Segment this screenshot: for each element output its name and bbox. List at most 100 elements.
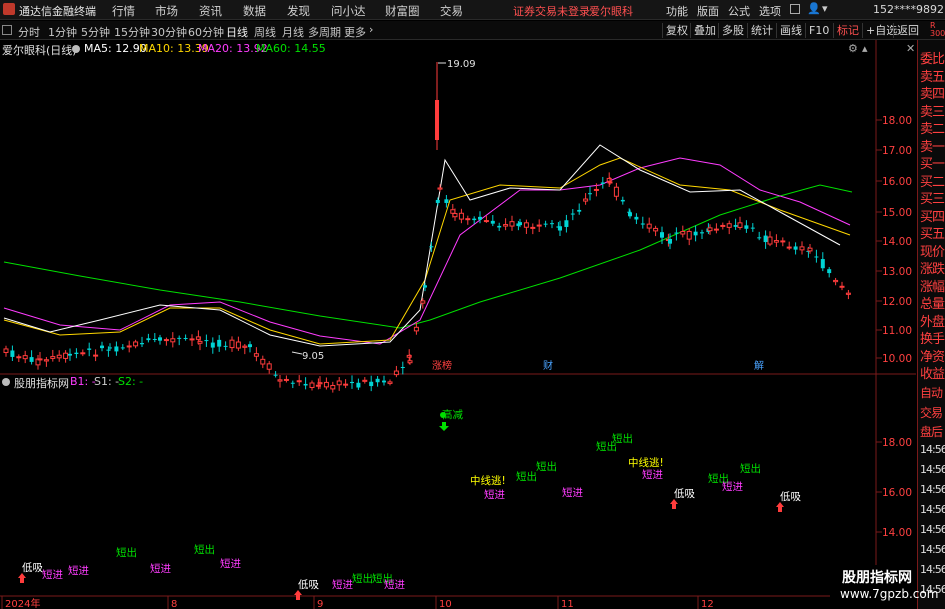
overlay-button[interactable]: 叠加 (690, 23, 719, 38)
chevron-right-icon[interactable]: › (369, 23, 373, 36)
event-tag[interactable]: 财 (543, 359, 553, 372)
period-tick[interactable]: 分时 (18, 24, 40, 40)
user-icon[interactable]: 👤 (807, 2, 821, 15)
menu-item-discover[interactable]: 发现 (287, 3, 310, 19)
candle-body (543, 223, 548, 225)
low-price-label: 9.05 (302, 351, 324, 362)
menu-item-ask[interactable]: 问小达 (331, 3, 366, 19)
price-tick-label: 13.00 (882, 266, 912, 278)
period-15min[interactable]: 15分钟 (114, 24, 150, 40)
high-price-label: 19.09 (447, 59, 476, 70)
candle-body (450, 209, 456, 214)
period-60min[interactable]: 60分钟 (188, 24, 224, 40)
trade-login-warning[interactable]: 证券交易未登录 (513, 3, 590, 19)
sidebar-item: 14:56 (920, 442, 945, 456)
settings-dot-icon[interactable] (72, 45, 80, 53)
candle-body (693, 231, 698, 236)
menu-formula[interactable]: 公式 (728, 3, 750, 19)
menu-item-news[interactable]: 资讯 (199, 3, 222, 19)
period-multi[interactable]: 多周期 (308, 24, 341, 40)
period-1min[interactable]: 1分钟 (48, 24, 77, 40)
candle-body (74, 352, 79, 355)
candle-body (437, 187, 443, 190)
period-weekly[interactable]: 周线 (254, 24, 276, 40)
menu-item-quotes[interactable]: 行情 (112, 3, 135, 19)
candle-body (369, 381, 374, 387)
candle-body (223, 345, 228, 347)
multi-stock-button[interactable]: 多股 (718, 23, 747, 38)
menu-item-trade[interactable]: 交易 (440, 3, 463, 19)
signal-label: 短进 (384, 578, 405, 591)
buy-arrow-icon (18, 573, 26, 583)
candle-body (536, 224, 542, 227)
sidebar-item[interactable]: 自动 (920, 384, 945, 401)
account-id[interactable]: 152****9892 (873, 3, 944, 16)
menu-function[interactable]: 功能 (666, 3, 688, 19)
sidebar-item: 14:56 (920, 522, 945, 536)
candle-body (93, 354, 99, 357)
message-icon[interactable] (790, 4, 800, 14)
sidebar-item: 现价 (920, 244, 945, 260)
settings-icon[interactable]: ⚙ (848, 42, 858, 55)
candle-body (640, 223, 645, 225)
stats-button[interactable]: 统计 (747, 23, 776, 38)
period-monthly[interactable]: 月线 (282, 24, 304, 40)
signal-label: 短进 (562, 486, 583, 499)
signal-label: 中线逃! (628, 456, 664, 469)
candle-body (707, 227, 713, 232)
event-tag[interactable]: 涨榜 (432, 359, 452, 372)
period-30min[interactable]: 30分钟 (151, 24, 187, 40)
sidebar-item: 14:56 (920, 462, 945, 476)
adjust-button[interactable]: 复权 (662, 23, 691, 38)
candle-body (680, 231, 686, 235)
candle-body (309, 382, 315, 389)
event-tag[interactable]: 解 (754, 359, 764, 372)
close-icon[interactable]: ✕ (906, 42, 915, 55)
quote-sidebar: 委比 卖五 卖四 卖三 卖二 卖一 买一 买二 买三 买四 买五 现价 涨跌 涨幅 总量 外盘 换手 净资 收益 自动… (917, 40, 945, 609)
sidebar-item: 总量 (920, 297, 945, 312)
candle-body (733, 225, 738, 227)
kline-charts[interactable]: 18.00 17.00 16.00 15.00 14.00 13.00 12.00 11.00… (0, 40, 916, 609)
candle-body (3, 348, 9, 353)
indicator-settings-dot-icon[interactable] (2, 378, 10, 386)
signal-label: 短进 (42, 568, 63, 581)
candlesticks[interactable]: 19.09 9.05 涨榜 财 解 (3, 59, 851, 393)
rb-badge: R 300 (930, 22, 945, 38)
app-title: 通达信金融终端 (19, 5, 96, 18)
candle-body (814, 256, 819, 258)
candle-body (277, 379, 283, 382)
candle-body (273, 374, 278, 376)
back-button[interactable]: 返回 (893, 23, 922, 38)
sidebar-item: 外盘 (920, 314, 945, 330)
signal-label: 低吸 (298, 578, 319, 591)
candle-body (387, 381, 393, 384)
candle-body (780, 240, 786, 243)
period-daily[interactable]: 日线 (226, 24, 248, 40)
indicator-title: 股朋指标网 (14, 377, 69, 390)
period-more[interactable]: 更多 (344, 24, 366, 40)
candle-body (204, 340, 209, 342)
dropdown-icon[interactable]: ▾ (822, 2, 828, 15)
menu-item-market[interactable]: 市场 (155, 3, 178, 19)
mark-button[interactable]: 标记 (833, 23, 862, 38)
low-price-pointer (291, 351, 303, 355)
menu-item-wealth[interactable]: 财富圈 (385, 3, 420, 19)
candle-body (435, 199, 440, 203)
candle-body (248, 344, 252, 348)
time-axis: 2024年 8 9 10 11 12 (1, 596, 714, 609)
candle-body (407, 360, 413, 364)
menu-layout[interactable]: 版面 (697, 3, 719, 19)
candle-body (674, 232, 679, 234)
draw-line-button[interactable]: 画线 (776, 23, 805, 38)
candle-body (444, 199, 449, 203)
collapse-icon[interactable]: ▴ (862, 42, 868, 55)
panel-toggle-icon[interactable] (2, 25, 12, 35)
period-5min[interactable]: 5分钟 (81, 24, 110, 40)
candle-body (593, 188, 599, 191)
candle-body (126, 345, 132, 348)
f10-button[interactable]: F10 (805, 23, 832, 38)
price-tick-label: 17.00 (882, 145, 912, 157)
menu-item-data[interactable]: 数据 (243, 3, 266, 19)
menu-options[interactable]: 选项 (759, 3, 781, 19)
signal-label: 短进 (642, 468, 663, 481)
